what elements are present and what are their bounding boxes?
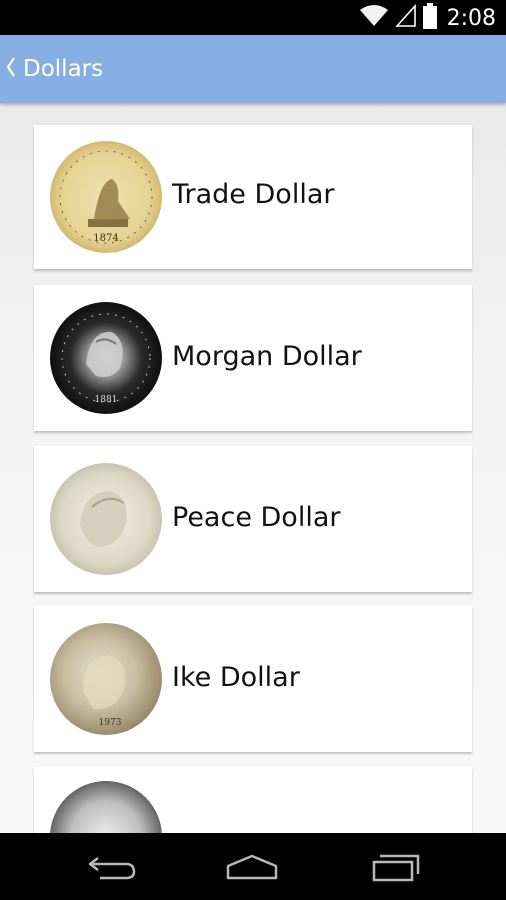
coin-year: 1973 <box>99 718 122 728</box>
wifi-icon <box>359 4 389 32</box>
status-icons: 2:08 <box>359 3 496 33</box>
action-bar: Dollars <box>0 35 506 103</box>
coin-year: 1874 <box>93 233 118 244</box>
navigation-bar <box>0 833 506 900</box>
list-item-peace-dollar[interactable]: Peace Dollar <box>34 446 472 592</box>
list-item-label: Morgan Dollar <box>172 341 362 372</box>
list-item-ike-dollar[interactable]: 1973 Ike Dollar <box>34 606 472 752</box>
liberty-coin-image <box>50 781 162 833</box>
back-icon[interactable] <box>82 851 142 883</box>
dollar-list[interactable]: 1874 Trade Dollar 1881 Morgan Dollar Pea… <box>0 103 506 833</box>
page-title[interactable]: Dollars <box>23 56 103 82</box>
list-item-trade-dollar[interactable]: 1874 Trade Dollar <box>34 125 472 269</box>
cell-signal-icon <box>394 3 417 32</box>
ike-dollar-coin-image: 1973 <box>50 623 162 735</box>
trade-dollar-coin-image: 1874 <box>50 141 162 253</box>
list-item-label: Ike Dollar <box>172 662 300 693</box>
battery-icon <box>422 3 437 33</box>
coin-year: 1881 <box>95 395 118 405</box>
status-time: 2:08 <box>446 5 496 31</box>
chevron-left-icon[interactable] <box>4 55 20 83</box>
recents-icon[interactable] <box>366 851 426 883</box>
list-item-partial[interactable] <box>34 767 472 833</box>
morgan-dollar-coin-image: 1881 <box>50 302 162 414</box>
status-bar: 2:08 <box>0 0 506 35</box>
list-item-label: Trade Dollar <box>172 179 335 210</box>
list-item-label: Peace Dollar <box>172 502 341 533</box>
peace-dollar-coin-image <box>50 463 162 575</box>
home-icon[interactable] <box>222 851 282 883</box>
list-item-morgan-dollar[interactable]: 1881 Morgan Dollar <box>34 285 472 431</box>
